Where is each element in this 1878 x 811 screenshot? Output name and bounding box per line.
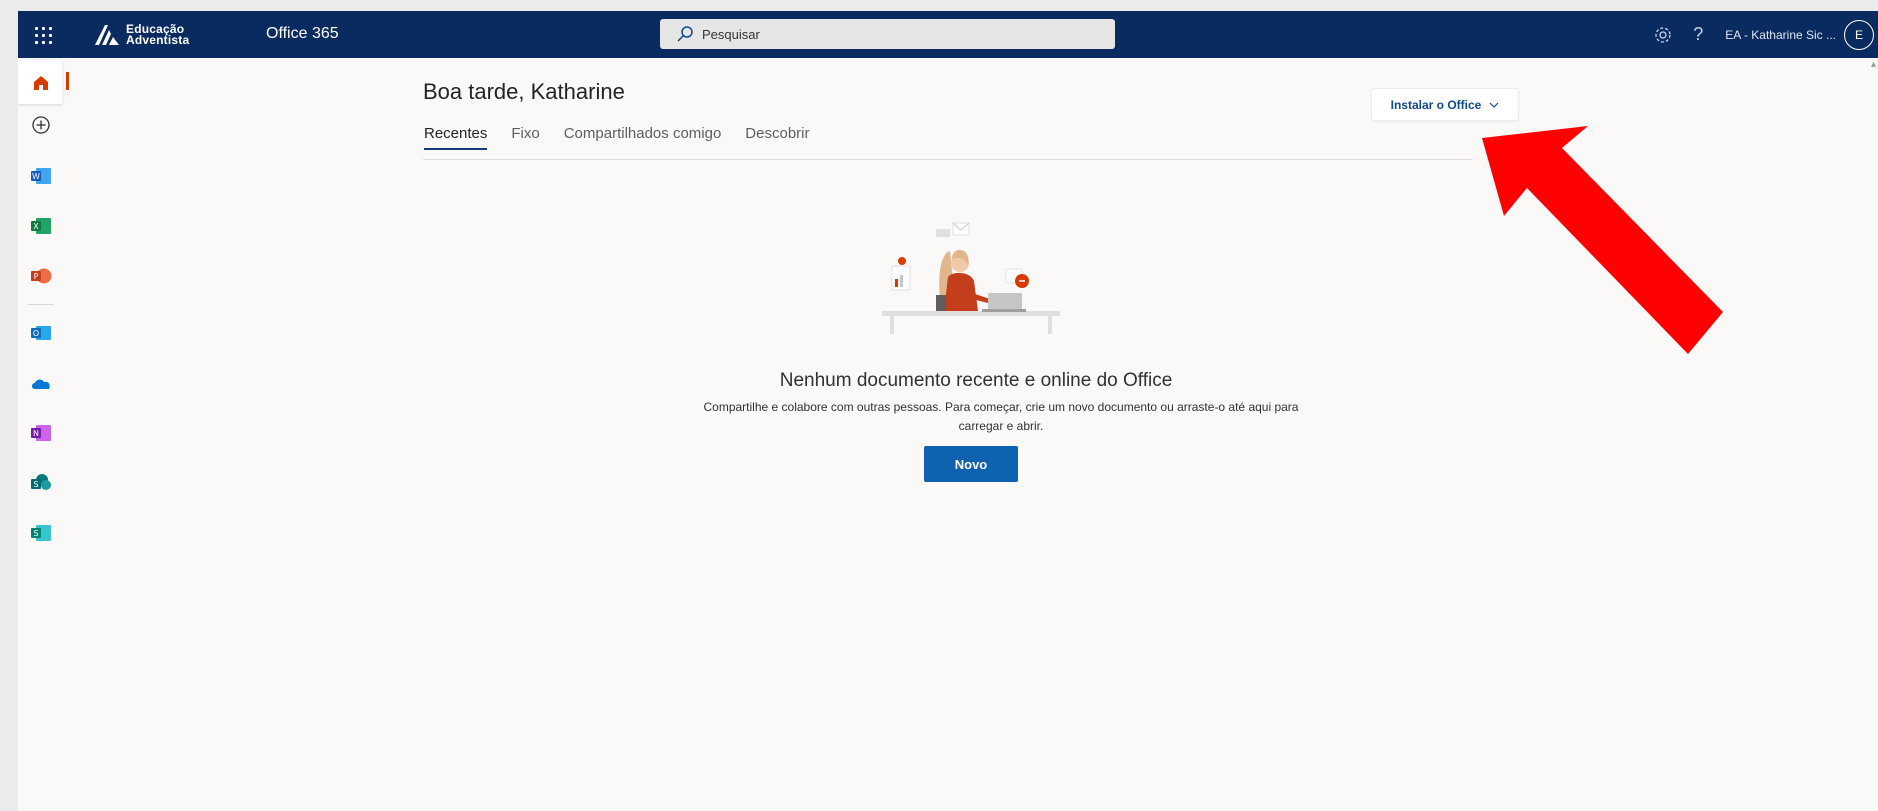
svg-text:S: S (33, 480, 38, 489)
greeting-heading: Boa tarde, Katharine (423, 79, 625, 104)
svg-text:O: O (33, 329, 39, 338)
tab-compartilhados[interactable]: Compartilhados comigo (564, 125, 722, 150)
rail-active-indicator (66, 72, 69, 90)
install-office-label: Instalar o Office (1390, 97, 1482, 112)
sway-icon[interactable]: S (26, 518, 56, 548)
app-window: Educação Adventista Office 365 Pesquisar… (18, 11, 1878, 811)
empty-state-illustration (882, 222, 1060, 334)
new-document-button[interactable]: Novo (924, 446, 1018, 482)
left-app-rail: W X P O N S S (18, 58, 69, 811)
rail-divider (28, 304, 54, 305)
search-icon (677, 26, 693, 42)
svg-text:P: P (34, 272, 39, 281)
svg-text:W: W (32, 172, 40, 181)
powerpoint-icon[interactable]: P (26, 261, 56, 291)
app-name[interactable]: Office 365 (266, 25, 339, 43)
user-name[interactable]: EA - Katharine Sic ... (1725, 28, 1836, 42)
top-bar: Educação Adventista Office 365 Pesquisar… (18, 11, 1878, 58)
tab-descobrir[interactable]: Descobrir (745, 125, 809, 150)
install-office-button[interactable]: Instalar o Office (1371, 88, 1519, 121)
search-input[interactable]: Pesquisar (660, 19, 1115, 49)
settings-gear-icon[interactable] (1653, 25, 1673, 45)
home-icon[interactable] (26, 68, 56, 98)
onenote-icon[interactable]: N (26, 418, 56, 448)
svg-text:S: S (33, 529, 38, 538)
svg-text:N: N (33, 429, 39, 438)
tabs-divider (423, 159, 1473, 160)
help-icon[interactable]: ? (1693, 24, 1703, 45)
org-logo-icon (95, 25, 119, 45)
avatar[interactable]: E (1844, 19, 1874, 50)
tab-recentes[interactable]: Recentes (424, 125, 488, 150)
word-icon[interactable]: W (26, 161, 56, 191)
tab-fixo[interactable]: Fixo (511, 125, 539, 150)
sharepoint-icon[interactable]: S (26, 468, 56, 498)
annotation-arrow (1482, 126, 1723, 354)
org-name-line2: Adventista (126, 33, 190, 47)
outlook-icon[interactable]: O (26, 318, 56, 348)
search-placeholder: Pesquisar (702, 26, 760, 42)
excel-icon[interactable]: X (26, 211, 56, 241)
org-logo[interactable]: Educação Adventista (94, 20, 189, 50)
svg-text:X: X (33, 222, 39, 231)
document-tabs: Recentes Fixo Compartilhados comigo Desc… (424, 125, 809, 150)
chevron-down-icon (1489, 102, 1499, 108)
create-plus-icon[interactable] (26, 110, 56, 140)
scroll-up-icon[interactable]: ▴ (1871, 59, 1876, 70)
app-launcher-icon[interactable] (30, 22, 54, 46)
empty-state-description: Compartilhe e colabore com outras pessoa… (703, 400, 1299, 433)
